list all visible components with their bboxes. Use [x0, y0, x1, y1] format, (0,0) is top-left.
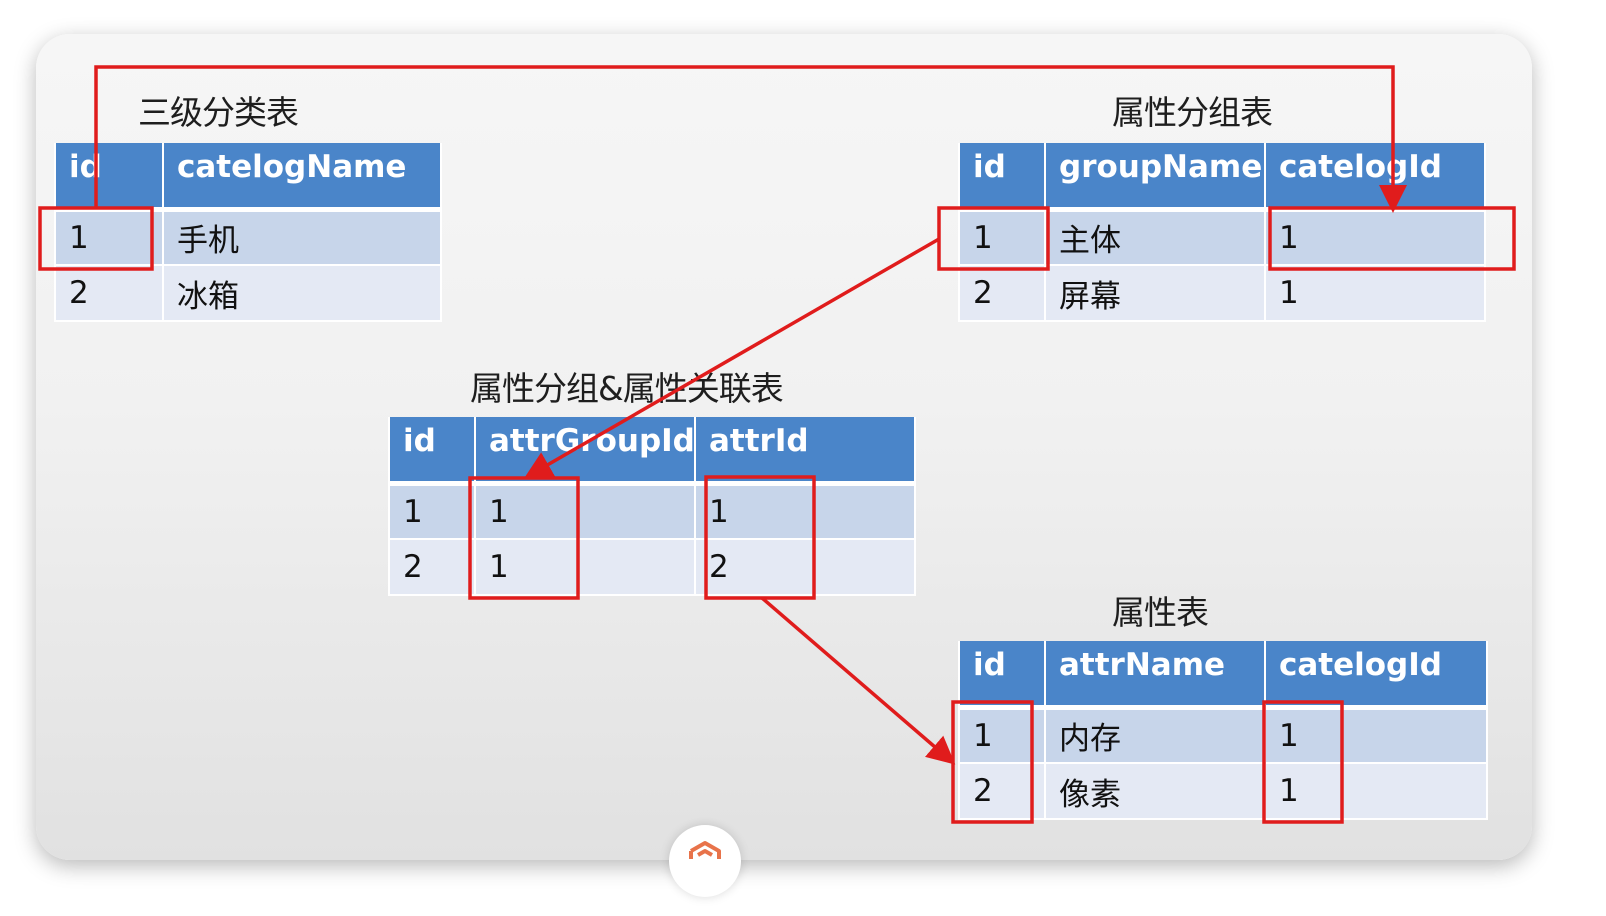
highlight-box-relation-groupid [468, 476, 580, 600]
brand-logo-icon [669, 825, 741, 897]
group-to-relation-arrow [523, 237, 940, 479]
relationship-overlay [38, 65, 1516, 824]
highlight-box-group-catelogid [1268, 206, 1516, 271]
highlight-box-attr-catelogid [1262, 700, 1344, 824]
highlight-box-category-id [38, 206, 154, 271]
highlight-box-relation-attrid [704, 475, 816, 600]
relation-to-attr-arrow [760, 596, 956, 765]
highlight-box-group-id [937, 206, 1050, 271]
highlight-box-attr-id [951, 700, 1034, 824]
category-to-group-arrow [94, 65, 1407, 213]
